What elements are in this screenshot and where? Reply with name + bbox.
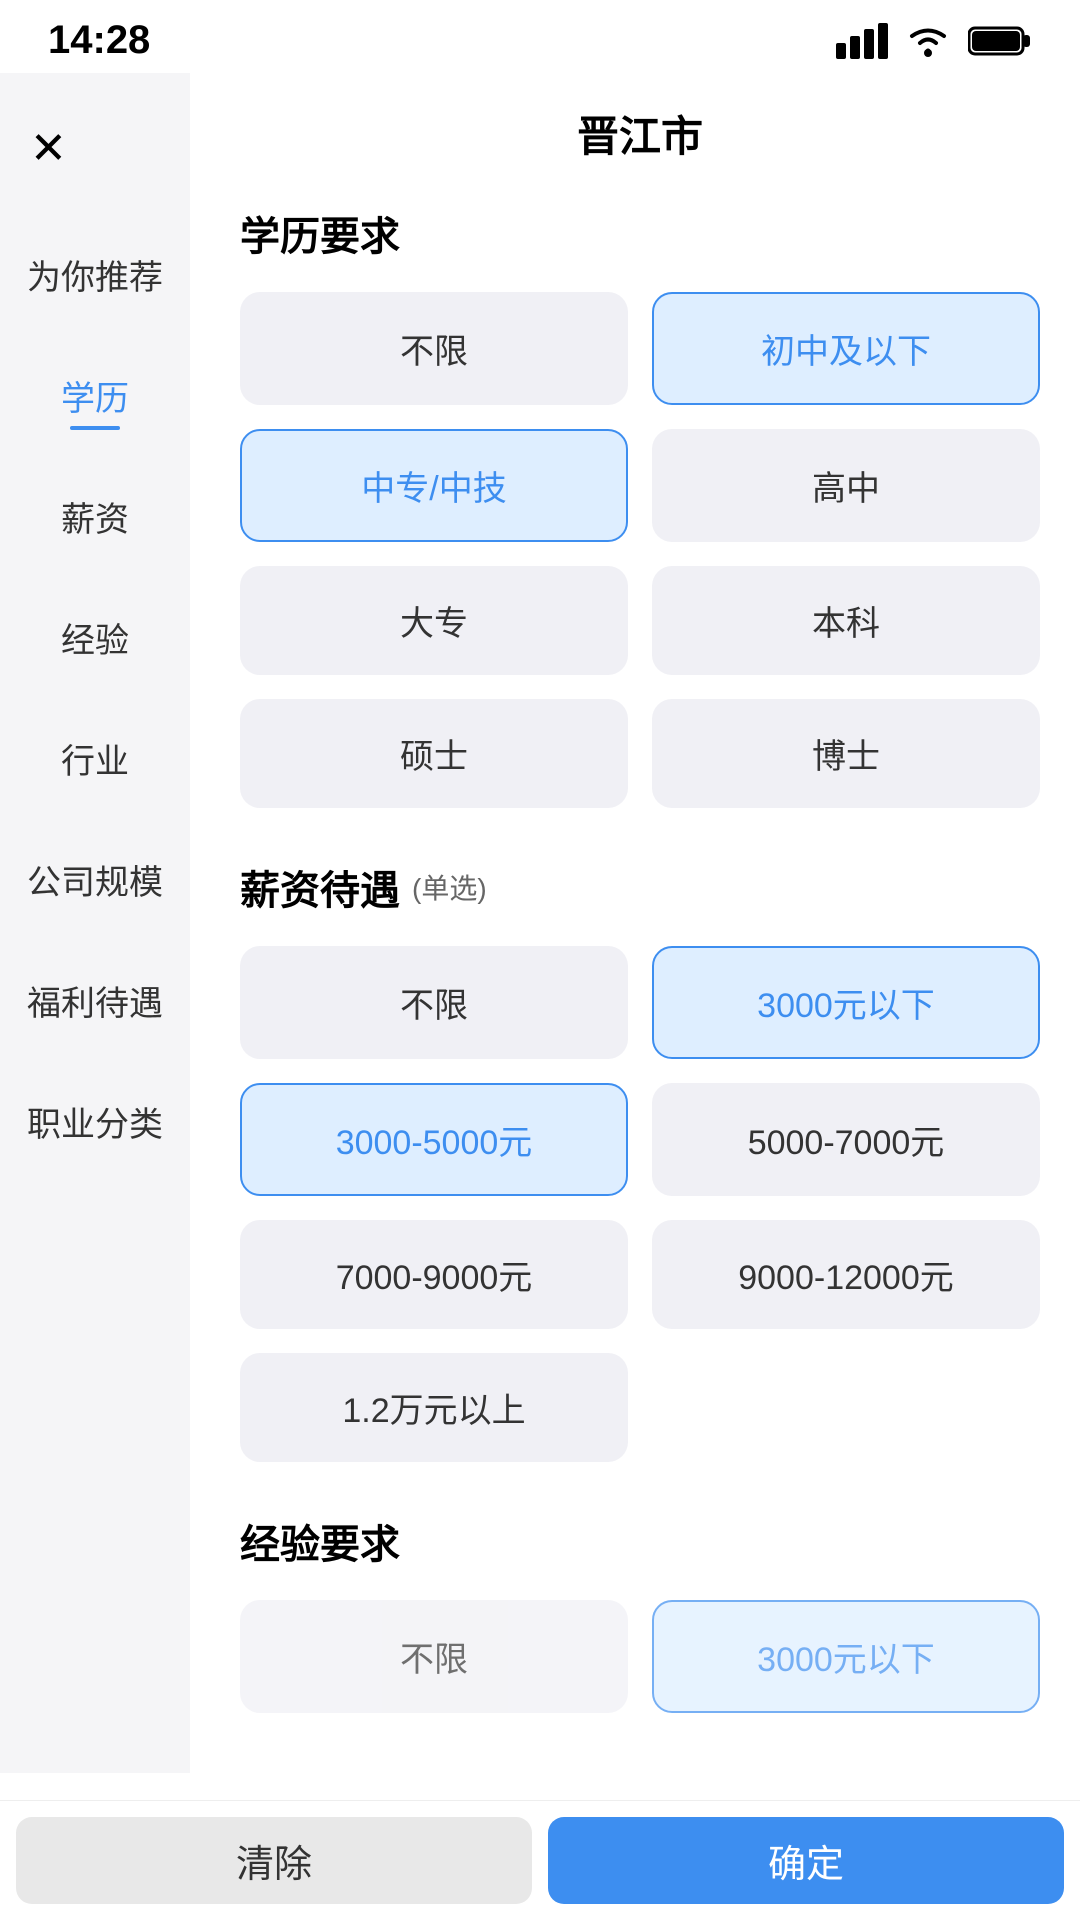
edu-master-btn[interactable]: 硕士 (240, 699, 628, 808)
edu-junior-btn[interactable]: 初中及以下 (652, 292, 1040, 405)
status-time: 14:28 (48, 18, 150, 63)
edu-bachelor-btn[interactable]: 本科 (652, 566, 1040, 675)
wifi-icon (904, 23, 952, 59)
confirm-button[interactable]: 确定 (548, 1817, 1064, 1904)
experience-section-title: 经验要求 (240, 1512, 1040, 1570)
sal-5k-7k-btn[interactable]: 5000-7000元 (652, 1083, 1040, 1196)
edu-phd-btn[interactable]: 博士 (652, 699, 1040, 808)
exp-any-btn[interactable]: 不限 (240, 1600, 628, 1713)
clear-button[interactable]: 清除 (16, 1817, 532, 1904)
sidebar-item-job-type[interactable]: 职业分类 (0, 1061, 190, 1182)
battery-icon (968, 24, 1032, 58)
sidebar: ✕ 为你推荐 学历 薪资 经验 行业 公司规模 福利待遇 职业分类 (0, 73, 190, 1773)
salary-section-title: 薪资待遇 (单选) (240, 858, 1040, 916)
sal-3k-btn[interactable]: 3000元以下 (652, 946, 1040, 1059)
exp-3k-btn[interactable]: 3000元以下 (652, 1600, 1040, 1713)
sidebar-item-benefits[interactable]: 福利待遇 (0, 940, 190, 1061)
sidebar-item-recommend[interactable]: 为你推荐 (0, 214, 190, 335)
page-title: 晋江市 (240, 73, 1040, 204)
edu-any-btn[interactable]: 不限 (240, 292, 628, 405)
close-button[interactable]: ✕ (0, 103, 190, 214)
sidebar-item-company-size[interactable]: 公司规模 (0, 819, 190, 940)
status-icons (836, 23, 1032, 59)
bottom-bar: 清除 确定 (0, 1800, 1080, 1920)
sidebar-item-experience[interactable]: 经验 (0, 577, 190, 698)
edu-highschool-btn[interactable]: 高中 (652, 429, 1040, 542)
salary-options: 不限 3000元以下 3000-5000元 5000-7000元 7000-90… (240, 946, 1040, 1462)
sal-7k-9k-btn[interactable]: 7000-9000元 (240, 1220, 628, 1329)
sal-9k-12k-btn[interactable]: 9000-12000元 (652, 1220, 1040, 1329)
education-section-title: 学历要求 (240, 204, 1040, 262)
edu-college-btn[interactable]: 大专 (240, 566, 628, 675)
sidebar-item-industry[interactable]: 行业 (0, 698, 190, 819)
sal-any-btn[interactable]: 不限 (240, 946, 628, 1059)
sidebar-item-education[interactable]: 学历 (0, 335, 190, 456)
experience-partial-options: 不限 3000元以下 (240, 1600, 1040, 1713)
sal-12k-btn[interactable]: 1.2万元以上 (240, 1353, 628, 1462)
main-container: ✕ 为你推荐 学历 薪资 经验 行业 公司规模 福利待遇 职业分类 晋江市 学历… (0, 73, 1080, 1773)
sal-3k-5k-btn[interactable]: 3000-5000元 (240, 1083, 628, 1196)
signal-icon (836, 23, 888, 59)
status-bar: 14:28 (0, 0, 1080, 73)
education-options: 不限 初中及以下 中专/中技 高中 大专 本科 硕士 博士 (240, 292, 1040, 808)
edu-vocational-btn[interactable]: 中专/中技 (240, 429, 628, 542)
content-area: 晋江市 学历要求 不限 初中及以下 中专/中技 高中 大专 本科 硕士 博士 薪… (190, 73, 1080, 1773)
sidebar-item-salary[interactable]: 薪资 (0, 456, 190, 577)
